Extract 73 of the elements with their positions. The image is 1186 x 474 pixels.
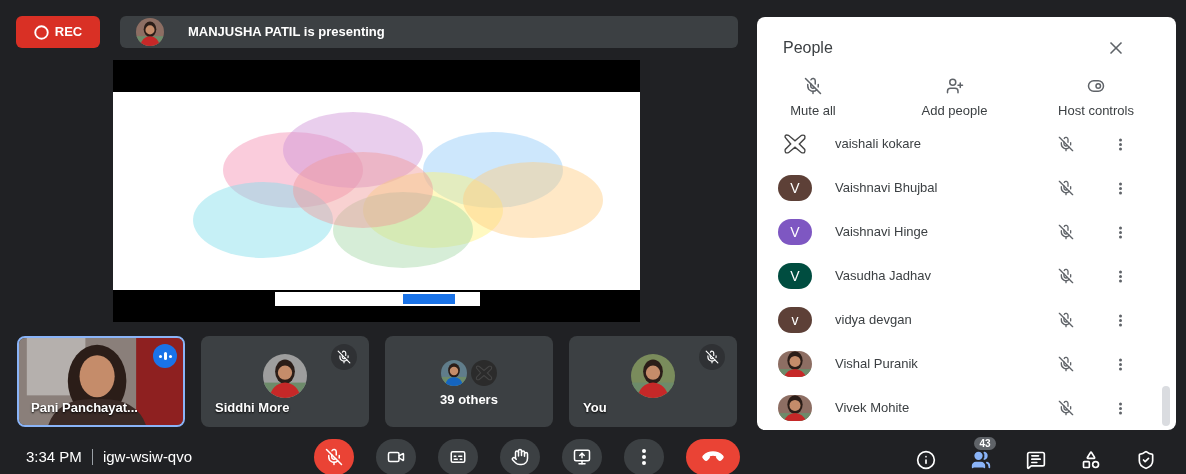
- participant-tile[interactable]: Pani Panchayat...: [17, 336, 185, 427]
- record-icon: [33, 24, 49, 40]
- mic-off-icon: [705, 350, 719, 364]
- info-icon: [916, 450, 936, 470]
- participant-name: Vivek Mohite: [835, 399, 911, 418]
- participant-name: Vaishnavi Bhujbal: [835, 179, 939, 198]
- avatar: V: [778, 175, 812, 201]
- add-people-button[interactable]: Add people: [904, 76, 1005, 120]
- more-icon: [1118, 401, 1122, 415]
- end-call-button[interactable]: [686, 439, 741, 474]
- participant-row[interactable]: V Vasudha Jadhav: [757, 254, 1176, 298]
- participant-name: Vasudha Jadhav: [835, 267, 932, 286]
- more-icon: [1118, 225, 1122, 239]
- avatar: V: [778, 219, 812, 245]
- tile-name: You: [583, 398, 607, 417]
- raise-hand-button[interactable]: [500, 439, 541, 474]
- participant-name: vidya devgan: [835, 311, 913, 330]
- add-person-icon: [945, 76, 964, 95]
- captions-button[interactable]: [438, 439, 479, 474]
- mic-off-icon: [1058, 224, 1074, 240]
- panel-title: People: [783, 37, 833, 58]
- hand-icon: [511, 448, 530, 466]
- avatar: v: [778, 307, 812, 333]
- mic-off-icon: [1058, 136, 1074, 152]
- participant-name: Vaishnavi Hinge: [835, 223, 929, 242]
- participant-row[interactable]: vaishali kokare: [757, 122, 1176, 166]
- logo-icon: [474, 363, 494, 383]
- more-icon: [1118, 137, 1122, 151]
- mic-off-icon: [1058, 400, 1074, 416]
- participant-tile[interactable]: Siddhi More: [201, 336, 369, 427]
- avatar: V: [778, 263, 812, 289]
- mic-off-icon: [1058, 180, 1074, 196]
- shapes-icon: [1081, 450, 1101, 470]
- present-screen-icon: [573, 448, 592, 466]
- more-icon: [1118, 313, 1122, 327]
- participant-row[interactable]: V Vaishnavi Bhujbal: [757, 166, 1176, 210]
- participant-tile[interactable]: 39 others: [385, 336, 553, 427]
- participant-name: vaishali kokare: [835, 135, 922, 154]
- mic-off-icon: [1058, 268, 1074, 284]
- meeting-time: 3:34 PM: [26, 446, 82, 467]
- tile-name: Pani Panchayat...: [31, 398, 138, 417]
- participant-tile[interactable]: You: [569, 336, 737, 427]
- captions-icon: [449, 448, 468, 466]
- mic-button[interactable]: [314, 439, 355, 474]
- presenter-label: MANJUSHA PATIL is presenting: [188, 23, 385, 42]
- more-button[interactable]: [624, 439, 665, 474]
- participant-row[interactable]: v vidya devgan: [757, 298, 1176, 342]
- mic-off-icon: [337, 350, 351, 364]
- meeting-code: igw-wsiw-qvo: [102, 446, 193, 467]
- more-icon: [642, 449, 647, 465]
- tile-name: Siddhi More: [215, 398, 290, 417]
- mute-all-button[interactable]: Mute all: [763, 76, 863, 120]
- more-icon: [1118, 181, 1122, 195]
- participant-row[interactable]: Vivek Mohite: [757, 386, 1176, 430]
- mic-off-icon: [325, 448, 344, 466]
- participant-name: Vishal Puranik: [835, 355, 919, 374]
- more-icon: [1118, 269, 1122, 283]
- count-badge: 43: [974, 437, 996, 450]
- mic-off-icon: [1058, 356, 1074, 372]
- chat-icon: [1026, 450, 1046, 470]
- participant-row[interactable]: Vishal Puranik: [757, 342, 1176, 386]
- people-icon: [971, 450, 991, 470]
- scrollbar[interactable]: [1162, 386, 1170, 426]
- mic-off-icon: [804, 76, 822, 95]
- recording-label: REC: [54, 23, 83, 42]
- camera-button[interactable]: [376, 439, 417, 474]
- shield-icon: [1136, 450, 1156, 470]
- mic-off-icon: [1058, 312, 1074, 328]
- tile-name: 39 others: [439, 391, 499, 409]
- host-controls-button[interactable]: Host controls: [1046, 76, 1146, 120]
- present-button[interactable]: [562, 439, 603, 474]
- more-icon: [1118, 357, 1122, 371]
- participant-row[interactable]: V Vaishnavi Hinge: [757, 210, 1176, 254]
